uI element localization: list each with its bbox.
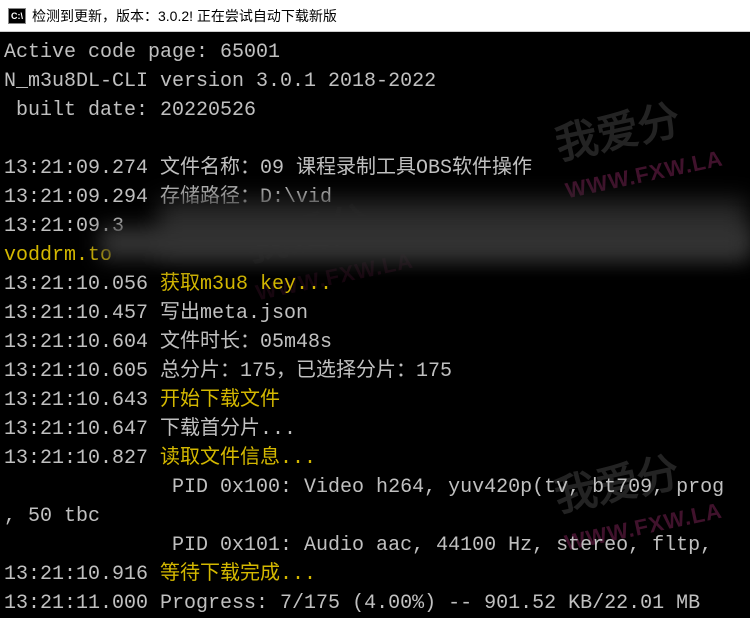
terminal-line: 13:21:10.827 读取文件信息... [4,444,746,473]
log-timestamp: 13:21:10.605 [4,360,160,383]
log-timestamp: 13:21:10.056 [4,273,160,296]
terminal-line: 13:21:10.605 总分片：175，已选择分片：175 [4,357,746,386]
window-title: 检测到更新，版本：3.0.2! 正在尝试自动下载新版 [32,6,337,26]
log-message: 总分片：175，已选择分片：175 [160,360,452,383]
cmd-icon: C:\ [8,8,26,24]
terminal-line: Active code page: 65001 [4,38,746,67]
log-timestamp: 13:21:10.647 [4,418,160,441]
log-message: 读取文件信息... [160,447,316,470]
terminal-line [4,125,746,154]
terminal-line: PID 0x100: Video h264, yuv420p(tv, bt709… [4,473,746,502]
terminal-line: 13:21:09.274 文件名称：09 课程录制工具OBS软件操作 [4,154,746,183]
terminal-line: PID 0x101: Audio aac, 44100 Hz, stereo, … [4,531,746,560]
log-message: 写出meta.json [160,302,308,325]
log-message: Progress: 7/175 (4.00%) -- 901.52 KB/22.… [160,592,700,615]
terminal-output: 我爱分 WWW.FXW.LA 我爱分 WWW.FXW.LA 我爱分 WWW.FX… [0,32,750,609]
terminal-line: built date: 20220526 [4,96,746,125]
log-timestamp: 13:21:09.294 [4,186,160,209]
terminal-line: 13:21:10.647 下载首分片... [4,415,746,444]
terminal-line: 13:21:11.000 Progress: 7/175 (4.00%) -- … [4,589,746,618]
log-timestamp: 13:21:10.604 [4,331,160,354]
terminal-line: 13:21:10.643 开始下载文件 [4,386,746,415]
log-message: 下载首分片... [160,418,296,441]
log-message: 等待下载完成... [160,563,316,586]
terminal-line: 13:21:10.457 写出meta.json [4,299,746,328]
log-message: 文件时长：05m48s [160,331,332,354]
terminal-line: 13:21:10.056 获取m3u8 key... [4,270,746,299]
log-timestamp: 13:21:10.827 [4,447,160,470]
terminal-line: 13:21:10.916 等待下载完成... [4,560,746,589]
log-message: PID 0x100: Video h264, yuv420p(tv, bt709… [4,476,724,499]
log-timestamp: 13:21:10.457 [4,302,160,325]
terminal-line: N_m3u8DL-CLI version 3.0.1 2018-2022 [4,67,746,96]
log-timestamp: 13:21:10.916 [4,563,160,586]
log-message: 文件名称：09 课程录制工具OBS软件操作 [160,157,532,180]
redacted-region [100,227,750,259]
log-message: voddrm.to [4,244,112,267]
terminal-line: 13:21:10.604 文件时长：05m48s [4,328,746,357]
window-titlebar[interactable]: C:\ 检测到更新，版本：3.0.2! 正在尝试自动下载新版 [0,0,750,32]
log-message: , 50 tbc [4,505,100,528]
log-message: 获取m3u8 key... [160,273,332,296]
log-message: PID 0x101: Audio aac, 44100 Hz, stereo, … [4,534,712,557]
terminal-line: , 50 tbc [4,502,746,531]
log-timestamp: 13:21:11.000 [4,592,160,615]
log-message: 开始下载文件 [160,389,280,412]
log-timestamp: 13:21:09.274 [4,157,160,180]
log-timestamp: 13:21:10.643 [4,389,160,412]
